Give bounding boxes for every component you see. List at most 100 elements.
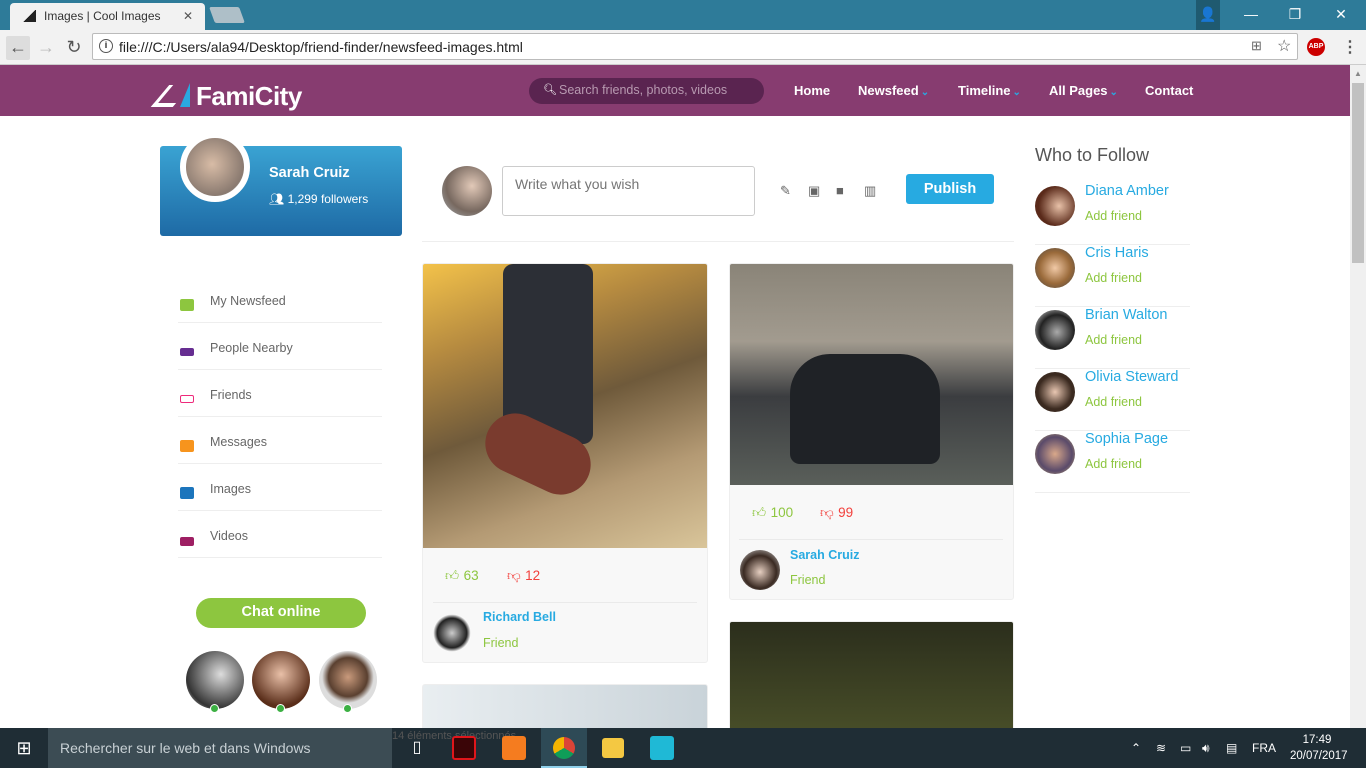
tray-chevron-up-icon[interactable]: ⌃ — [1131, 741, 1141, 755]
new-tab-button[interactable] — [209, 7, 245, 23]
post-card: 👍︎ 100 👎︎ 99 Sarah Cruiz Friend — [729, 263, 1014, 600]
nav-home[interactable]: Home — [794, 83, 830, 98]
volume-icon[interactable]: 🔊︎ — [1202, 741, 1210, 756]
suggestion-avatar[interactable] — [1035, 310, 1075, 350]
add-friend-link[interactable]: Add friend — [1085, 457, 1142, 471]
thumbs-down-icon: 👎︎ — [507, 568, 521, 583]
restore-button[interactable]: ❐ — [1272, 0, 1318, 30]
scrollbar-thumb[interactable] — [1352, 83, 1364, 263]
notifications-icon[interactable]: ▤ — [1226, 741, 1237, 755]
browser-menu-icon[interactable]: ⋮ — [1342, 37, 1358, 57]
suggestion-item: Cris Haris Add friend — [1035, 245, 1190, 307]
followers-icon: 👥︎ — [269, 192, 288, 206]
address-bar[interactable]: i file:///C:/Users/ala94/Desktop/friend-… — [92, 33, 1298, 60]
sidebar-item-messages[interactable]: Messages — [178, 417, 382, 464]
tab-title: Images | Cool Images — [44, 9, 161, 23]
forward-button[interactable]: → — [34, 36, 58, 60]
sidebar-item-videos[interactable]: Videos — [178, 511, 382, 558]
task-view-icon[interactable]: ▯ — [402, 733, 432, 763]
back-button[interactable]: ← — [6, 36, 30, 60]
post-image-partial[interactable] — [729, 621, 1014, 741]
online-friend-avatar[interactable] — [252, 651, 310, 709]
minimize-button[interactable]: — — [1228, 0, 1274, 30]
browser-tab[interactable]: Images | Cool Images ✕ — [10, 3, 205, 30]
suggestion-item: Olivia Steward Add friend — [1035, 369, 1190, 431]
add-friend-link[interactable]: Add friend — [1085, 271, 1142, 285]
dislike-button[interactable]: 👎︎ 99 — [820, 504, 853, 522]
divider — [433, 602, 697, 603]
suggestion-avatar[interactable] — [1035, 434, 1075, 474]
brand-logo[interactable]: FamiCity — [150, 81, 302, 112]
bookmark-star-icon[interactable]: ☆ — [1277, 36, 1291, 56]
suggestion-avatar[interactable] — [1035, 248, 1075, 288]
wifi-icon[interactable]: ≋ — [1156, 741, 1166, 755]
suggestion-avatar[interactable] — [1035, 186, 1075, 226]
nav-newsfeed[interactable]: Newsfeed ⌄ — [858, 83, 929, 98]
windows-start-icon[interactable]: ⊞ — [0, 728, 48, 768]
sidebar-item-friends[interactable]: Friends — [178, 370, 382, 417]
search-icon: 🔍︎ — [543, 84, 557, 96]
like-button[interactable]: 👍︎ 100 — [752, 504, 793, 522]
suggestion-name[interactable]: Diana Amber — [1085, 183, 1169, 199]
file-explorer-icon[interactable] — [602, 738, 624, 758]
publish-button[interactable]: Publish — [906, 174, 994, 204]
scroll-up-arrow[interactable]: ▲ — [1354, 69, 1362, 78]
info-icon[interactable]: i — [99, 39, 113, 53]
close-tab-icon[interactable]: ✕ — [183, 9, 193, 23]
adblock-extension-icon[interactable]: ABP — [1307, 38, 1325, 56]
add-friend-link[interactable]: Add friend — [1085, 333, 1142, 347]
page-scrollbar[interactable]: ▲ — [1350, 65, 1366, 728]
flash-app-icon[interactable] — [452, 736, 476, 760]
suggestion-name[interactable]: Brian Walton — [1085, 307, 1167, 323]
suggestion-name[interactable]: Sophia Page — [1085, 431, 1168, 447]
sidebar-item-my-newsfeed[interactable]: My Newsfeed — [178, 276, 382, 323]
edit-icon[interactable]: ✎ — [780, 183, 796, 198]
nav-timeline[interactable]: Timeline ⌄ — [958, 83, 1021, 98]
brand-name: FamiCity — [196, 81, 302, 111]
profile-name[interactable]: Sarah Cruiz — [269, 165, 350, 181]
post-textarea[interactable] — [502, 166, 755, 216]
post-image-guitar[interactable] — [423, 264, 707, 548]
who-to-follow-title: Who to Follow — [1035, 145, 1150, 165]
dislike-button[interactable]: 👎︎ 12 — [507, 567, 540, 585]
post-image-group[interactable] — [730, 264, 1013, 485]
translate-icon[interactable]: ⊞ — [1251, 38, 1262, 54]
nav-all-pages[interactable]: All Pages ⌄ — [1049, 83, 1118, 98]
online-friend-avatar[interactable] — [319, 651, 377, 709]
suggestion-avatar[interactable] — [1035, 372, 1075, 412]
author-avatar[interactable] — [740, 550, 780, 590]
chat-online-button[interactable]: Chat online — [196, 598, 366, 628]
close-window-button[interactable]: ✕ — [1318, 0, 1364, 30]
taskbar-search-input[interactable]: Rechercher sur le web et dans Windows — [48, 728, 392, 768]
online-friend-avatar[interactable] — [186, 651, 244, 709]
online-status-dot — [343, 704, 352, 713]
search-input[interactable]: 🔍︎ Search friends, photos, videos — [529, 78, 764, 104]
sidebar-item-people-nearby[interactable]: People Nearby — [178, 323, 382, 370]
profile-avatar[interactable] — [180, 132, 250, 202]
like-button[interactable]: 👍︎ 63 — [445, 567, 479, 585]
xampp-app-icon[interactable] — [502, 736, 526, 760]
post-author[interactable]: Sarah Cruiz — [790, 548, 859, 562]
author-avatar[interactable] — [433, 614, 471, 652]
suggestion-name[interactable]: Olivia Steward — [1085, 369, 1178, 385]
webstorm-app-icon[interactable] — [650, 736, 674, 760]
clock[interactable]: 17:49 20/07/2017 — [1290, 732, 1348, 764]
nav-contact[interactable]: Contact — [1145, 83, 1193, 98]
search-placeholder: Search friends, photos, videos — [559, 83, 728, 97]
reload-button[interactable]: ↻ — [62, 36, 86, 60]
add-friend-link[interactable]: Add friend — [1085, 209, 1142, 223]
battery-icon[interactable]: ▭ — [1180, 741, 1191, 755]
language-indicator[interactable]: FRA — [1252, 741, 1276, 755]
author-relation: Friend — [483, 636, 519, 650]
video-icon[interactable]: ■ — [836, 183, 852, 198]
user-profile-icon[interactable]: 👤 — [1196, 0, 1220, 30]
image-upload-icon[interactable]: ▣ — [808, 183, 824, 198]
suggestion-name[interactable]: Cris Haris — [1085, 245, 1149, 261]
sidebar-item-images[interactable]: Images — [178, 464, 382, 511]
author-relation: Friend — [790, 573, 826, 587]
chrome-app-icon[interactable] — [541, 728, 587, 768]
post-author[interactable]: Richard Bell — [483, 610, 556, 624]
map-icon[interactable]: ▥ — [864, 183, 880, 198]
add-friend-link[interactable]: Add friend — [1085, 395, 1142, 409]
suggestion-item: Diana Amber Add friend — [1035, 183, 1190, 245]
